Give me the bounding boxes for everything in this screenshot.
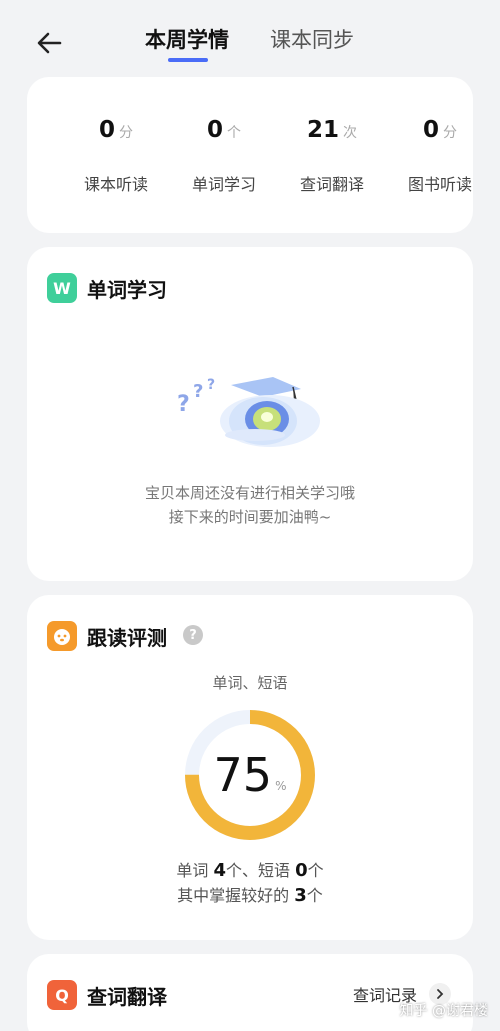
stat-unit: 分: [443, 125, 457, 141]
empty-state-eye-illustration-icon: ? ? ?: [175, 375, 325, 459]
reading-counts-line: 单词 4个、短语 0个: [27, 857, 473, 881]
mastered-text-a: 其中掌握较好的: [177, 886, 295, 905]
score-number: 75: [213, 748, 273, 802]
follow-reading-title: 跟读评测: [87, 626, 167, 650]
stat-word-study: 0个 单词学习: [169, 117, 279, 194]
reading-mastered-line: 其中掌握较好的 3个: [27, 882, 473, 906]
stat-word-lookup: 21 次 查词翻译: [277, 117, 387, 194]
stat-value: 21: [306, 117, 339, 143]
stat-label: 图书听读: [407, 175, 472, 194]
stat-label: 单词学习: [191, 175, 256, 194]
word-count: 4: [213, 860, 226, 881]
tab-textbook-sync[interactable]: 课本同步: [270, 24, 354, 54]
score-unit: %: [275, 779, 287, 793]
top-bar: 本周学情 课本同步: [0, 0, 500, 74]
stat-value: 0: [206, 117, 223, 143]
stat-unit: 个: [227, 125, 241, 141]
watermark: 知乎 @谢君楼: [399, 1003, 488, 1019]
counts-text-a: 单词: [176, 861, 214, 880]
stat-value: 0: [422, 117, 439, 143]
back-arrow-icon[interactable]: [34, 28, 64, 58]
svg-text:?: ?: [177, 392, 190, 417]
counts-text-b: 个、短语: [225, 861, 296, 880]
svg-text:?: ?: [193, 381, 203, 402]
stat-label: 查词翻译: [299, 175, 364, 194]
word-w-icon: W: [47, 273, 77, 303]
empty-line-2: 接下来的时间要加油鸭~: [168, 508, 332, 526]
mastered-text-b: 个: [306, 886, 323, 905]
stat-unit: 分: [119, 125, 133, 141]
stat-label: 课本听读: [83, 175, 148, 194]
follow-reading-card: 跟读评测 ? 单词、短语 75% 单词 4个、短语 0个 其中掌握较好的 3个: [27, 595, 473, 940]
empty-line-1: 宝贝本周还没有进行相关学习哦: [144, 484, 355, 502]
word-study-card: W 单词学习 ? ? ? 宝贝本周还没有进行相关学习哦 接下来的时间要加油鸭~: [27, 247, 473, 581]
phrase-count: 0: [295, 860, 308, 881]
score-value: 75%: [180, 705, 320, 845]
empty-state-message: 宝贝本周还没有进行相关学习哦 接下来的时间要加油鸭~: [27, 481, 473, 529]
svg-text:?: ?: [207, 377, 215, 393]
mastered-count: 3: [294, 885, 307, 906]
word-study-title: 单词学习: [87, 278, 167, 302]
magnifier-q-icon: Q: [47, 980, 77, 1010]
stat-value: 0: [98, 117, 115, 143]
stat-book-listening: 0分 图书听读: [385, 117, 495, 194]
stat-unit: 次: [343, 125, 357, 141]
counts-text-c: 个: [307, 861, 324, 880]
stat-textbook-listening: 0分 课本听读: [61, 117, 171, 194]
active-tab-indicator: [168, 58, 208, 62]
ring-caption: 单词、短语: [212, 674, 288, 692]
puppy-face-icon: [47, 621, 77, 651]
help-question-icon[interactable]: ?: [183, 625, 203, 645]
weekly-stats-card: 0分 课本听读 0个 单词学习 21 次 查词翻译 0分 图书听读: [27, 77, 473, 233]
tab-weekly-study[interactable]: 本周学情: [145, 24, 229, 54]
word-lookup-title: 查词翻译: [87, 985, 167, 1009]
